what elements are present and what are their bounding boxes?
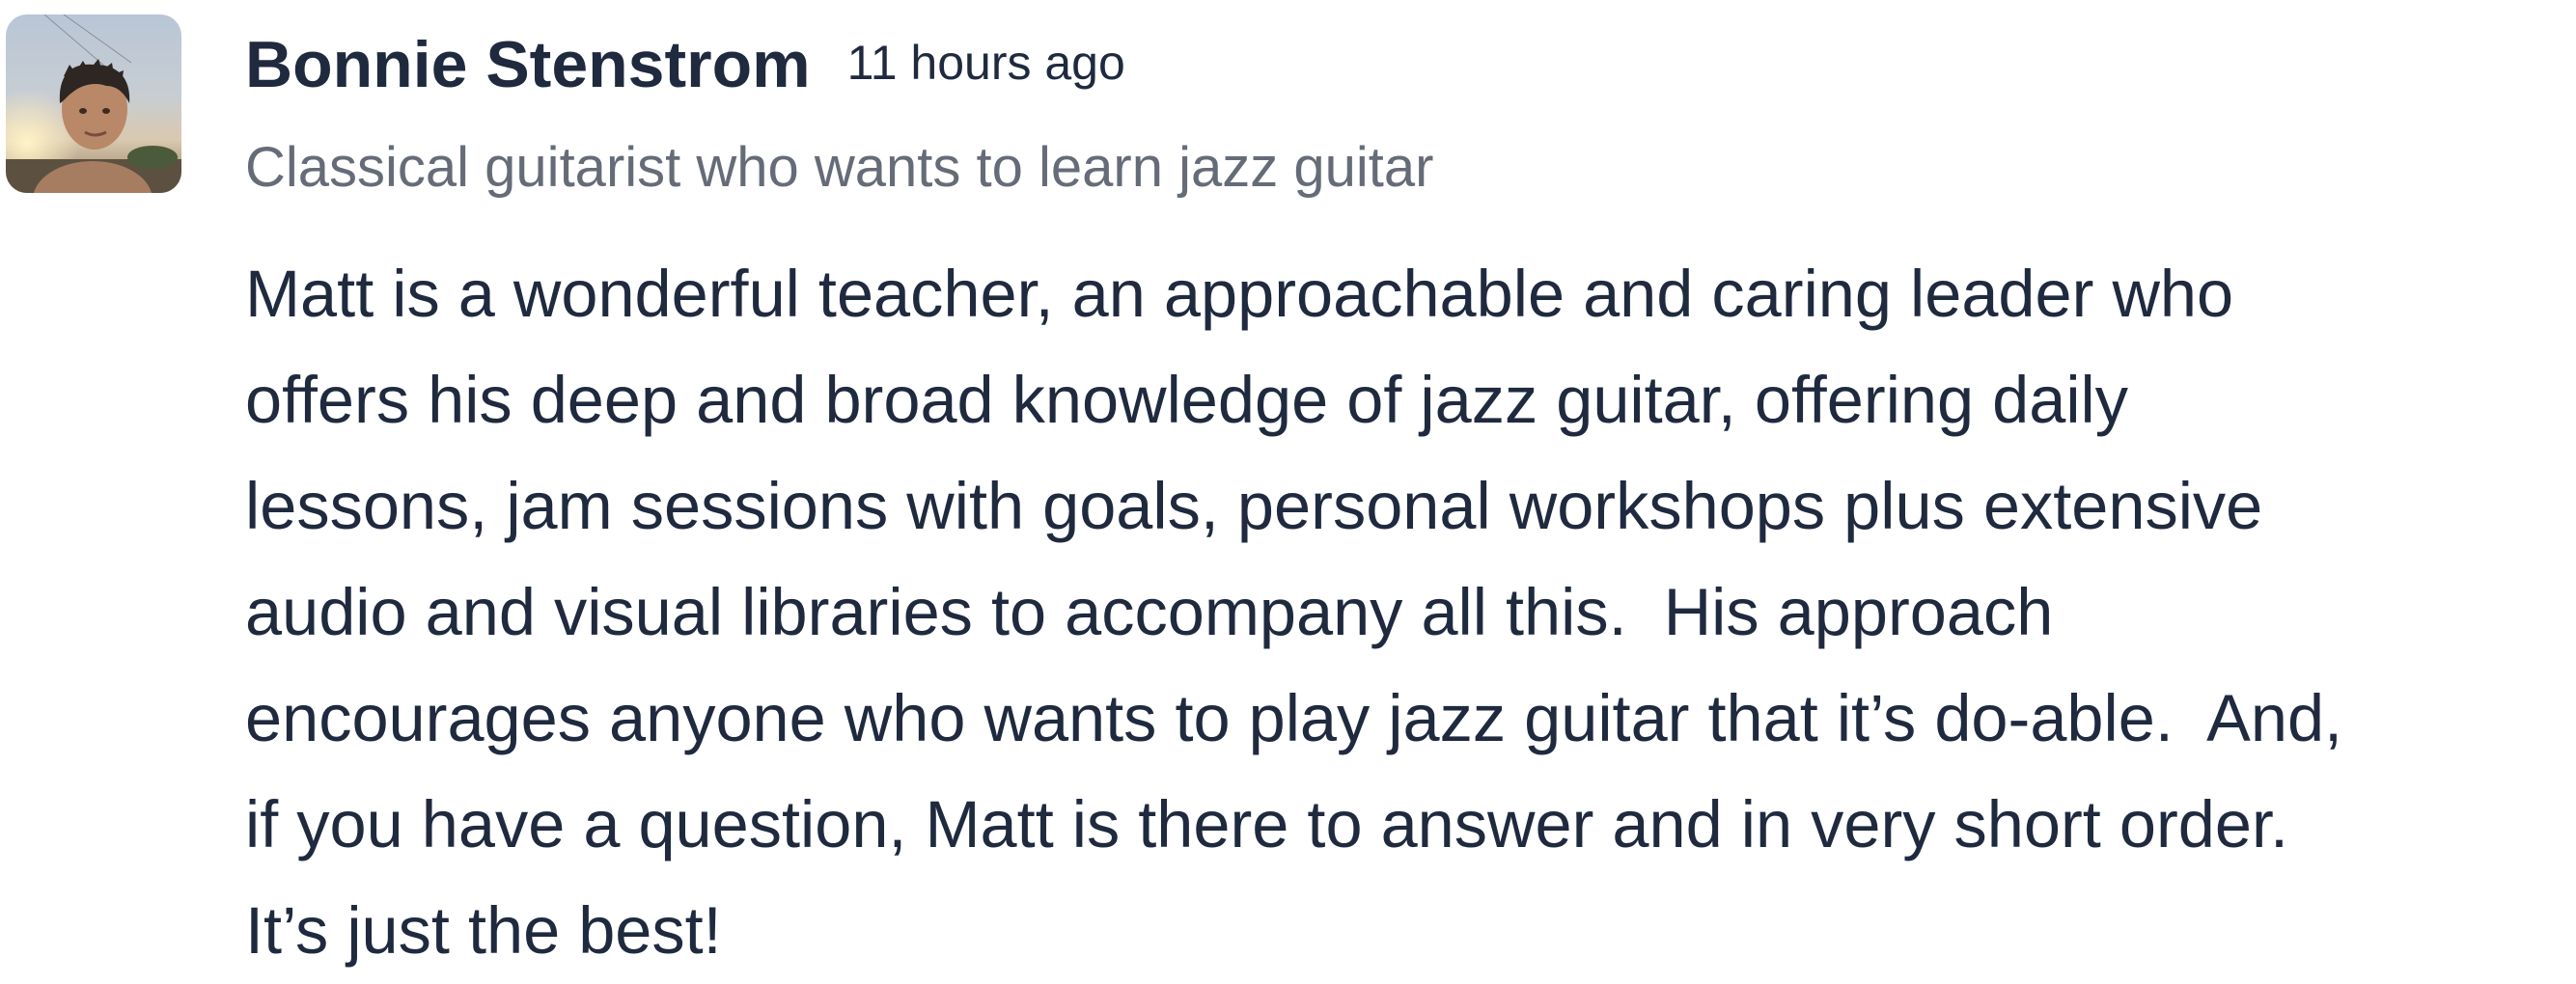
review-timestamp: 11 hours ago xyxy=(846,36,1125,90)
author-name[interactable]: Bonnie Stenstrom xyxy=(245,27,811,102)
review-header: Bonnie Stenstrom 11 hours ago xyxy=(245,27,1125,106)
review-body-line: encourages anyone who wants to play jazz… xyxy=(245,681,2343,755)
review-body-line: lessons, jam sessions with goals, person… xyxy=(245,469,2263,543)
review-body-line: It’s just the best! xyxy=(245,893,722,968)
avatar[interactable] xyxy=(6,14,181,193)
avatar-photo xyxy=(6,14,181,193)
review-body-line: offers his deep and broad knowledge of j… xyxy=(245,363,2129,437)
review-body-line: Matt is a wonderful teacher, an approach… xyxy=(245,257,2234,331)
review-body: Matt is a wonderful teacher, an approach… xyxy=(245,241,2571,984)
review-card: Bonnie Stenstrom 11 hours ago Classical … xyxy=(0,0,2576,968)
author-tagline: Classical guitarist who wants to learn j… xyxy=(245,136,1434,199)
review-body-line: audio and visual libraries to accompany … xyxy=(245,575,2054,649)
review-body-line: if you have a question, Matt is there to… xyxy=(245,787,2289,861)
